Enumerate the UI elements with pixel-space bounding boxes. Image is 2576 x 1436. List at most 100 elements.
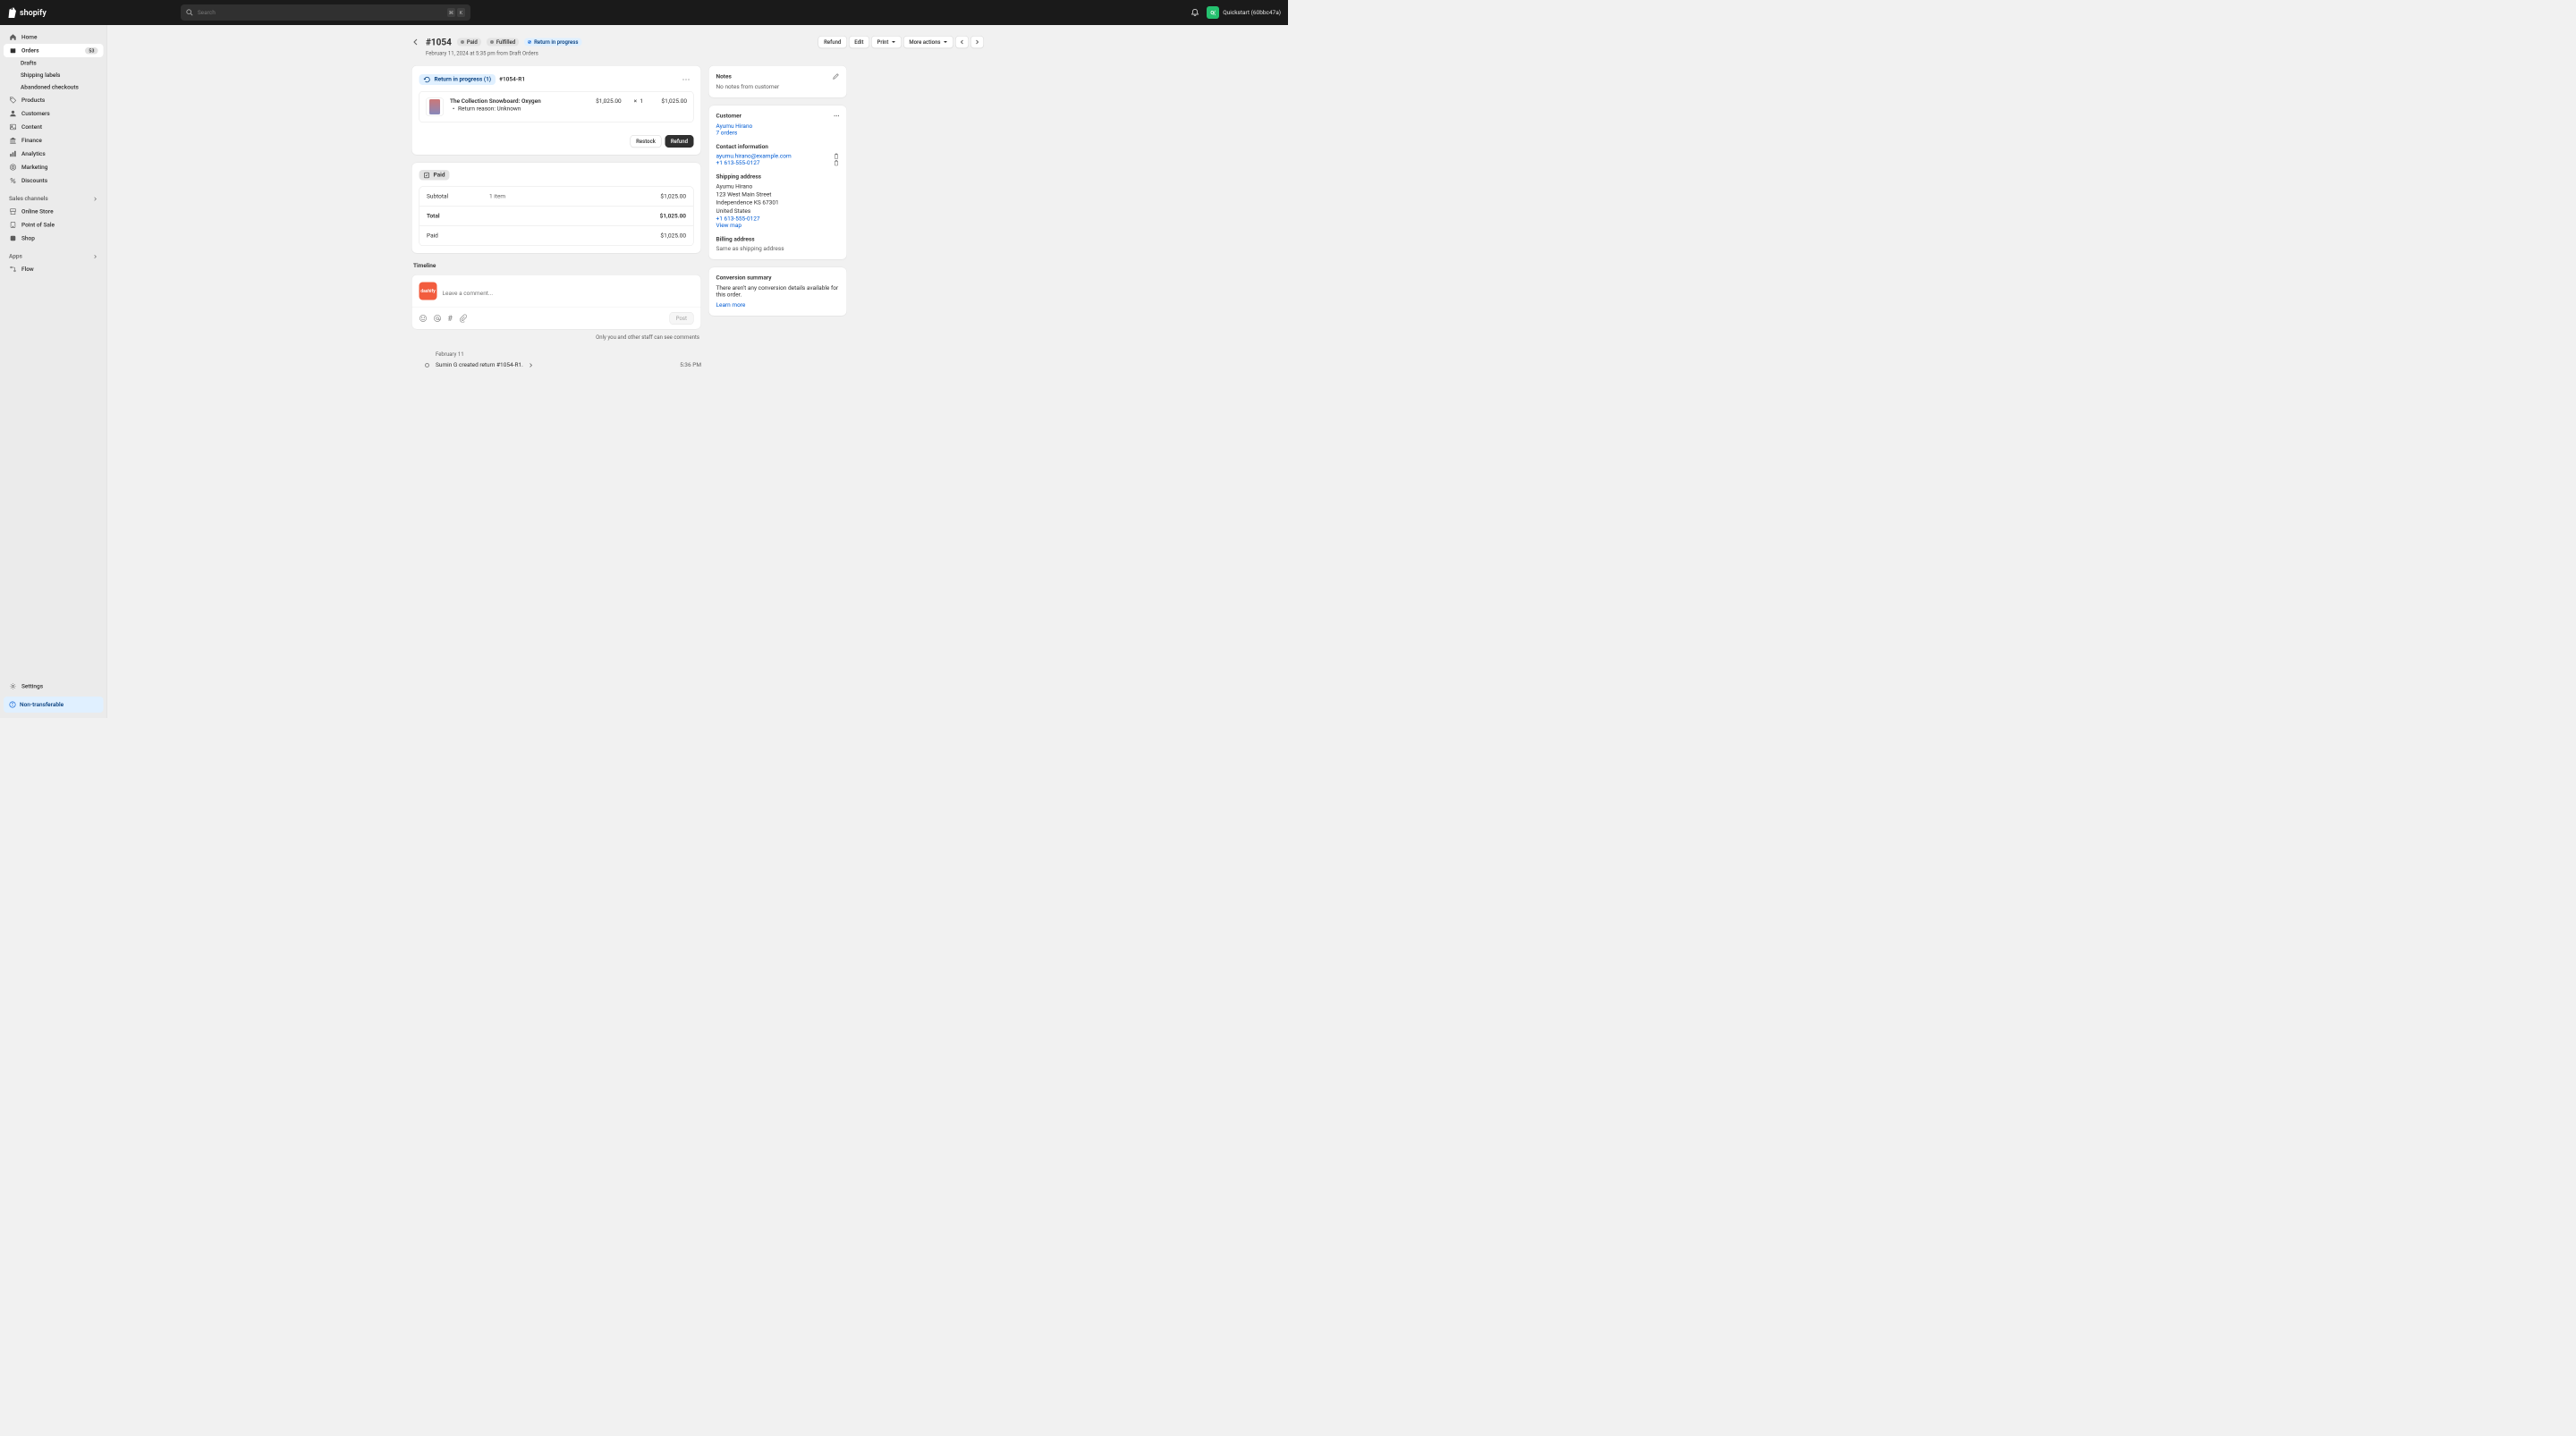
print-button[interactable]: Print bbox=[871, 36, 902, 48]
orders-icon bbox=[10, 47, 17, 55]
nav-drafts-label: Drafts bbox=[21, 60, 37, 67]
badge-return-in-progress: Return in progress bbox=[524, 38, 581, 46]
logo-text: shopify bbox=[20, 8, 47, 18]
event-time: 5:36 PM bbox=[680, 362, 701, 369]
refund-return-button[interactable]: Refund bbox=[665, 135, 693, 148]
attachment-icon[interactable] bbox=[459, 315, 467, 323]
timeline-event[interactable]: Sumin G created return #1054-R1. 5:36 PM bbox=[421, 362, 701, 369]
chevron-down-icon bbox=[944, 40, 948, 45]
nav-drafts[interactable]: Drafts bbox=[4, 57, 104, 70]
nav-shipping-labels[interactable]: Shipping labels bbox=[4, 70, 104, 82]
sales-channels-label: Sales channels bbox=[9, 196, 48, 203]
gear-icon bbox=[10, 683, 17, 690]
shopify-logo[interactable]: shopify bbox=[7, 7, 47, 18]
order-header: #1054 Paid Fulfilled Return in progress … bbox=[411, 36, 984, 48]
chevron-right-icon bbox=[93, 196, 98, 201]
nav-abandoned-label: Abandoned checkouts bbox=[21, 84, 79, 91]
info-icon bbox=[9, 701, 16, 708]
non-transferable-banner[interactable]: Non-transferable bbox=[4, 697, 104, 713]
product-thumbnail[interactable] bbox=[426, 98, 444, 116]
orders-badge: 53 bbox=[85, 47, 97, 55]
badge-paid: Paid bbox=[457, 38, 481, 46]
nav-flow[interactable]: Flow bbox=[4, 263, 104, 276]
home-icon bbox=[10, 34, 17, 41]
nav-settings[interactable]: Settings bbox=[4, 680, 104, 693]
comment-input[interactable] bbox=[443, 283, 694, 300]
person-icon bbox=[10, 110, 17, 117]
nav-pos[interactable]: Point of Sale bbox=[4, 218, 104, 232]
restock-button[interactable]: Restock bbox=[631, 135, 662, 148]
shop-icon bbox=[10, 235, 17, 242]
nav-orders[interactable]: Orders 53 bbox=[4, 44, 104, 57]
customer-name-link[interactable]: Ayumu Hirano bbox=[716, 123, 840, 131]
nav-analytics[interactable]: Analytics bbox=[4, 148, 104, 161]
post-comment-button[interactable]: Post bbox=[669, 312, 693, 325]
nav-discounts[interactable]: Discounts bbox=[4, 174, 104, 188]
nav-customers[interactable]: Customers bbox=[4, 107, 104, 121]
nav-orders-label: Orders bbox=[21, 47, 39, 55]
chart-icon bbox=[10, 150, 17, 157]
topbar: shopify ⌘ K Q( Quickstart (60bbc47a) bbox=[0, 0, 1288, 25]
clipboard-icon[interactable] bbox=[834, 160, 840, 166]
customer-more-menu[interactable]: ⋯ bbox=[834, 113, 840, 120]
conversion-learn-more-link[interactable]: Learn more bbox=[716, 301, 840, 308]
timeline-visibility-note: Only you and other staff can see comment… bbox=[411, 334, 701, 341]
clipboard-icon[interactable] bbox=[834, 153, 840, 159]
customer-orders-link[interactable]: 7 orders bbox=[716, 130, 840, 137]
customer-card: Customer ⋯ Ayumu Hirano 7 orders Contact… bbox=[708, 106, 847, 260]
more-actions-button[interactable]: More actions bbox=[903, 36, 953, 48]
shipping-country: United States bbox=[716, 207, 840, 215]
nav-flow-label: Flow bbox=[21, 266, 34, 273]
nav-products[interactable]: Products bbox=[4, 94, 104, 107]
nav-settings-label: Settings bbox=[21, 683, 43, 690]
nav-content[interactable]: Content bbox=[4, 121, 104, 134]
shipping-line1: 123 West Main Street bbox=[716, 191, 840, 199]
notification-bell-icon[interactable] bbox=[1191, 8, 1199, 17]
user-menu[interactable]: Q( Quickstart (60bbc47a) bbox=[1207, 6, 1281, 19]
nav-online-store[interactable]: Online Store bbox=[4, 205, 104, 218]
nav-home[interactable]: Home bbox=[4, 30, 104, 44]
customer-phone-link[interactable]: +1 613-555-0127 bbox=[716, 160, 760, 167]
sidebar: Home Orders 53 Drafts Shipping labels Ab… bbox=[0, 25, 107, 718]
nav-online-store-label: Online Store bbox=[21, 208, 54, 215]
next-order-button[interactable] bbox=[970, 36, 984, 48]
item-return-reason: Return reason: Unknown bbox=[450, 106, 589, 113]
back-arrow-icon[interactable] bbox=[411, 38, 420, 46]
nav-finance[interactable]: Finance bbox=[4, 134, 104, 148]
nav-products-label: Products bbox=[21, 97, 45, 104]
shipping-phone-link[interactable]: +1 613-555-0127 bbox=[716, 215, 840, 223]
mention-icon[interactable] bbox=[434, 315, 442, 323]
apps-header[interactable]: Apps bbox=[4, 250, 104, 263]
return-more-menu[interactable]: ⋯ bbox=[679, 73, 694, 87]
refund-button[interactable]: Refund bbox=[818, 36, 847, 48]
item-unit-price: $1,025.00 bbox=[596, 98, 622, 106]
content-area: #1054 Paid Fulfilled Return in progress … bbox=[107, 25, 1288, 718]
paid-card: Paid Subtotal 1 item $1,025.00 bbox=[411, 163, 701, 254]
sales-channels-header[interactable]: Sales channels bbox=[4, 193, 104, 206]
subtotal-row: Subtotal 1 item $1,025.00 bbox=[419, 187, 693, 207]
edit-button[interactable]: Edit bbox=[849, 36, 869, 48]
global-search[interactable]: ⌘ K bbox=[181, 4, 470, 21]
chevron-right-icon bbox=[975, 39, 980, 45]
nav-finance-label: Finance bbox=[21, 137, 42, 144]
contact-info-title: Contact information bbox=[716, 144, 840, 151]
view-map-link[interactable]: View map bbox=[716, 222, 840, 229]
customer-title: Customer bbox=[716, 113, 741, 120]
customer-email-link[interactable]: ayumu.hirano@example.com bbox=[716, 153, 792, 160]
return-in-progress-pill: Return in progress (1) bbox=[419, 74, 496, 85]
nav-shop[interactable]: Shop bbox=[4, 232, 104, 245]
hashtag-icon[interactable]: # bbox=[448, 314, 453, 324]
nav-shop-label: Shop bbox=[21, 235, 35, 242]
comment-composer: dashify # Post bbox=[411, 275, 701, 330]
prev-order-button[interactable] bbox=[955, 36, 969, 48]
non-transferable-label: Non-transferable bbox=[20, 701, 64, 708]
store-icon bbox=[10, 208, 17, 215]
apps-label: Apps bbox=[9, 253, 22, 260]
search-input[interactable] bbox=[198, 9, 443, 16]
nav-abandoned[interactable]: Abandoned checkouts bbox=[4, 81, 104, 94]
total-row: Total $1,025.00 bbox=[419, 207, 693, 226]
nav-marketing[interactable]: Marketing bbox=[4, 161, 104, 174]
billing-address-title: Billing address bbox=[716, 236, 840, 243]
emoji-icon[interactable] bbox=[419, 315, 428, 323]
pencil-icon[interactable] bbox=[833, 73, 840, 80]
